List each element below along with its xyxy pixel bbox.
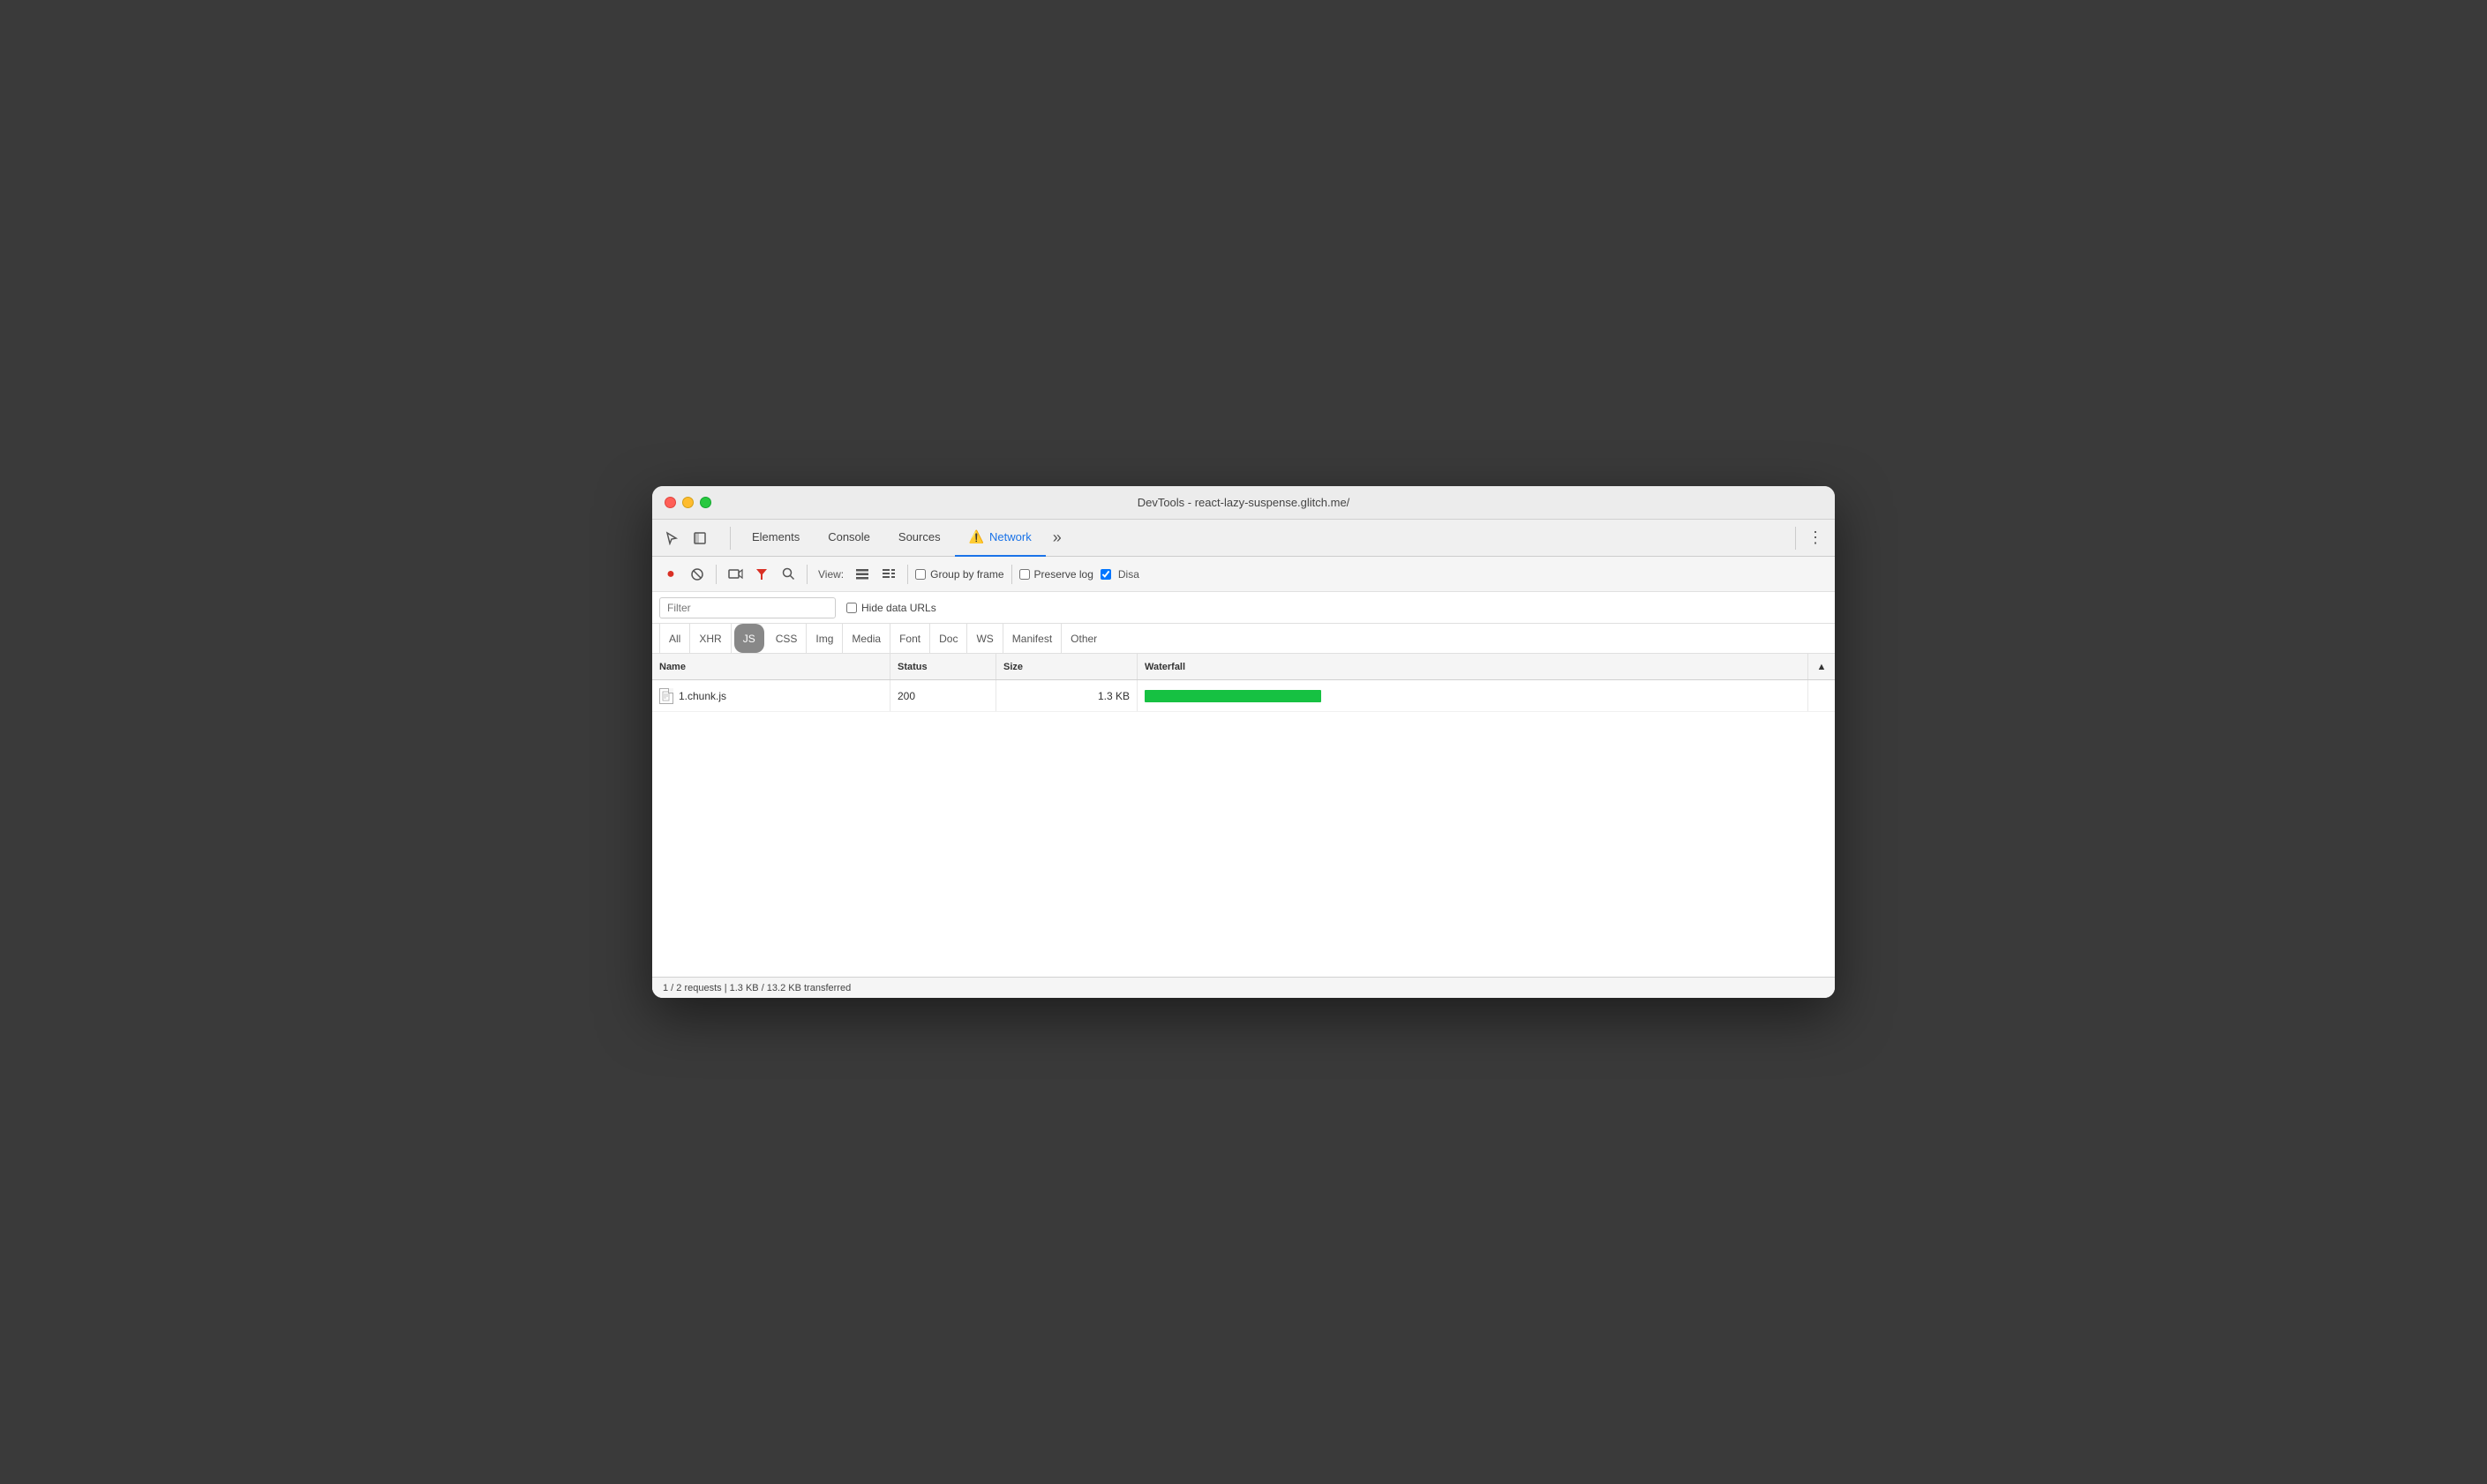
th-name[interactable]: Name — [652, 654, 890, 679]
tab-divider-left — [730, 527, 731, 550]
tab-elements[interactable]: Elements — [738, 520, 814, 557]
type-filter-xhr[interactable]: XHR — [690, 624, 731, 653]
table-header: Name Status Size Waterfall ▲ — [652, 654, 1835, 680]
devtools-panel: Elements Console Sources ⚠️ Network » ⋮ … — [652, 520, 1835, 998]
tab-bar: Elements Console Sources ⚠️ Network » ⋮ — [652, 520, 1835, 557]
devtools-menu-button[interactable]: ⋮ — [1803, 526, 1828, 551]
clear-button[interactable] — [686, 563, 709, 586]
type-filter-manifest[interactable]: Manifest — [1003, 624, 1062, 653]
traffic-lights — [665, 497, 711, 508]
type-filter-font[interactable]: Font — [890, 624, 930, 653]
maximize-button[interactable] — [700, 497, 711, 508]
type-filter-all[interactable]: All — [659, 624, 690, 653]
file-icon — [659, 688, 673, 704]
td-empty — [1808, 680, 1835, 711]
td-waterfall — [1138, 680, 1808, 711]
toolbar-sep-3 — [907, 565, 908, 584]
tab-console[interactable]: Console — [814, 520, 884, 557]
th-sort[interactable]: ▲ — [1808, 654, 1835, 679]
toolbar-sep-2 — [807, 565, 808, 584]
group-by-frame-label[interactable]: Group by frame — [915, 568, 1003, 581]
dock-icon[interactable] — [687, 526, 712, 551]
type-filter-other[interactable]: Other — [1062, 624, 1106, 653]
td-name: 1.chunk.js — [652, 680, 890, 711]
title-bar: DevTools - react-lazy-suspense.glitch.me… — [652, 486, 1835, 520]
tab-more-button[interactable]: » — [1046, 520, 1069, 557]
toolbar-sep-4 — [1011, 565, 1012, 584]
record-button[interactable]: ● — [659, 563, 682, 586]
stacked-view-button[interactable] — [877, 563, 900, 586]
disable-cache-checkbox[interactable] — [1101, 569, 1111, 580]
tab-bar-icons — [659, 526, 712, 551]
empty-space — [652, 712, 1835, 977]
type-filter-doc[interactable]: Doc — [930, 624, 967, 653]
disable-cache-container: Disa — [1101, 568, 1143, 581]
type-filter-row: All XHR JS CSS Img Media Font Doc — [652, 624, 1835, 654]
type-filter-js[interactable]: JS — [734, 624, 764, 653]
th-size[interactable]: Size — [996, 654, 1138, 679]
filter-input[interactable] — [659, 597, 836, 618]
preserve-log-label[interactable]: Preserve log — [1019, 568, 1093, 581]
filter-row: Hide data URLs — [652, 592, 1835, 624]
th-waterfall[interactable]: Waterfall — [1138, 654, 1808, 679]
filter-button[interactable] — [750, 563, 773, 586]
waterfall-bar — [1145, 690, 1321, 702]
disable-cache-label: Disa — [1118, 568, 1139, 581]
network-toolbar: ● — [652, 557, 1835, 592]
preserve-log-checkbox[interactable] — [1019, 569, 1030, 580]
table-row[interactable]: 1.chunk.js 200 1.3 KB — [652, 680, 1835, 712]
toolbar-sep-1 — [716, 565, 717, 584]
tab-sources[interactable]: Sources — [884, 520, 955, 557]
network-table: Name Status Size Waterfall ▲ — [652, 654, 1835, 977]
hide-data-urls-label[interactable]: Hide data URLs — [846, 602, 936, 614]
window-title: DevTools - react-lazy-suspense.glitch.me… — [1138, 496, 1350, 509]
td-status: 200 — [890, 680, 996, 711]
table-body: 1.chunk.js 200 1.3 KB — [652, 680, 1835, 977]
tab-network[interactable]: ⚠️ Network — [955, 520, 1046, 557]
status-bar: 1 / 2 requests | 1.3 KB / 13.2 KB transf… — [652, 977, 1835, 998]
minimize-button[interactable] — [682, 497, 694, 508]
hide-data-urls-checkbox[interactable] — [846, 603, 857, 613]
type-filter-img[interactable]: Img — [807, 624, 843, 653]
type-filter-ws[interactable]: WS — [967, 624, 1003, 653]
group-by-frame-checkbox[interactable] — [915, 569, 926, 580]
grid-view-button[interactable] — [851, 563, 874, 586]
td-size: 1.3 KB — [996, 680, 1138, 711]
view-label: View: — [818, 568, 844, 581]
th-status[interactable]: Status — [890, 654, 996, 679]
tab-divider-right — [1795, 527, 1796, 550]
cursor-icon[interactable] — [659, 526, 684, 551]
network-warning-icon: ⚠️ — [969, 529, 984, 544]
search-button[interactable] — [777, 563, 800, 586]
screenshot-button[interactable] — [724, 563, 747, 586]
type-filter-media[interactable]: Media — [843, 624, 890, 653]
type-filter-css[interactable]: CSS — [767, 624, 808, 653]
close-button[interactable] — [665, 497, 676, 508]
